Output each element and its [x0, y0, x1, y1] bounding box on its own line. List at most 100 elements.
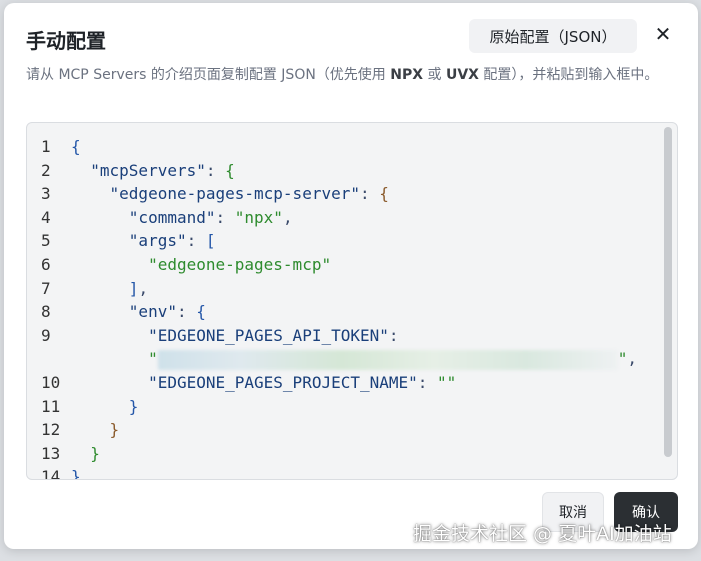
description-text-3: 配置），并粘贴到输入框中。	[478, 67, 659, 83]
code-token: }	[109, 420, 120, 440]
code-line: " ",	[27, 347, 663, 371]
code-token: ,	[282, 207, 293, 227]
code-text: "EDGEONE_PAGES_PROJECT_NAME": ""	[71, 371, 456, 395]
code-line: 13 }	[27, 442, 663, 466]
code-token: :	[359, 184, 380, 204]
code-text: }	[71, 395, 139, 419]
line-number: 3	[41, 184, 51, 204]
code-line: 10 "EDGEONE_PAGES_PROJECT_NAME": ""	[27, 371, 663, 395]
code-token: ""	[437, 372, 457, 392]
dialog-title: 手动配置	[26, 29, 106, 53]
line-number: 14	[41, 467, 61, 480]
code-line: 1{	[27, 135, 663, 159]
code-line: 14}	[27, 465, 663, 480]
line-number: 4	[41, 207, 51, 227]
code-line: 5 "args": [	[27, 229, 663, 253]
line-number: 8	[41, 302, 51, 322]
code-text: "mcpServers": {	[71, 159, 235, 183]
manual-config-dialog: 手动配置 原始配置（JSON） ✕ 请从 MCP Servers 的介绍页面复制…	[4, 3, 698, 549]
code-token: :	[215, 207, 235, 227]
line-number: 2	[41, 160, 51, 180]
close-icon[interactable]: ✕	[652, 23, 674, 45]
code-text: }	[71, 465, 81, 479]
code-token: ]	[128, 278, 139, 298]
description-text-1: 请从 MCP Servers 的介绍页面复制配置 JSON（优先使用	[26, 67, 391, 83]
code-token: ,	[627, 349, 637, 369]
code-text: {	[71, 135, 81, 159]
code-token: :	[186, 231, 206, 251]
code-text: }	[71, 442, 100, 466]
code-token: {	[71, 137, 81, 156]
code-text: "edgeone-pages-mcp-server": {	[71, 182, 389, 206]
redacted-token	[157, 349, 618, 370]
code-token: "mcpServers"	[90, 160, 206, 180]
code-token: "EDGEONE_PAGES_PROJECT_NAME"	[148, 372, 418, 392]
json-code-editor[interactable]: 1{2 "mcpServers": {3 "edgeone-pages-mcp-…	[26, 122, 678, 480]
code-token: ,	[138, 278, 149, 298]
code-token: [	[205, 231, 216, 251]
code-line: 12 }	[27, 418, 663, 442]
code-token: "edgeone-pages-mcp-server"	[109, 184, 360, 204]
code-token: }	[90, 443, 100, 463]
code-line: 3 "edgeone-pages-mcp-server": {	[27, 182, 663, 206]
code-line: 9 "EDGEONE_PAGES_API_TOKEN":	[27, 324, 663, 348]
code-line: 11 }	[27, 395, 663, 419]
line-number: 7	[41, 278, 51, 298]
line-number: 13	[41, 443, 61, 463]
line-number: 5	[41, 231, 51, 251]
code-token: "	[617, 349, 628, 369]
line-number: 10	[41, 372, 61, 392]
code-text: "EDGEONE_PAGES_API_TOKEN":	[71, 324, 399, 348]
code-line: 8 "env": {	[27, 300, 663, 324]
code-text: "args": [	[71, 229, 216, 253]
watermark: 掘金技术社区 @ 夏叶AI加油站	[413, 523, 672, 545]
code-token: "	[148, 349, 158, 369]
description-npx: NPX	[390, 67, 424, 83]
line-number: 6	[41, 254, 51, 274]
line-number: 1	[41, 137, 51, 156]
code-token: {	[379, 184, 389, 204]
code-token: }	[128, 396, 139, 416]
line-number: 11	[41, 396, 61, 416]
code-token: {	[196, 302, 206, 322]
code-text: "command": "npx",	[71, 206, 293, 230]
code-token: :	[176, 302, 197, 322]
code-token: :	[417, 372, 438, 392]
editor-scrollbar[interactable]	[664, 127, 672, 457]
code-token: "edgeone-pages-mcp"	[148, 254, 332, 274]
code-text: "env": {	[71, 300, 206, 324]
line-number: 12	[41, 420, 61, 440]
code-line: 7 ],	[27, 277, 663, 301]
line-number: 9	[41, 325, 51, 345]
code-line: 2 "mcpServers": {	[27, 159, 663, 183]
code-token: :	[388, 325, 399, 345]
raw-json-config-button[interactable]: 原始配置（JSON）	[469, 19, 637, 53]
code-text: }	[71, 418, 120, 442]
code-lines[interactable]: 1{2 "mcpServers": {3 "edgeone-pages-mcp-…	[27, 135, 663, 480]
code-text: ],	[71, 277, 148, 301]
code-token: "EDGEONE_PAGES_API_TOKEN"	[148, 325, 389, 345]
code-token: {	[225, 160, 235, 180]
code-token: "args"	[128, 231, 187, 251]
code-token: "env"	[128, 302, 177, 322]
code-text: "edgeone-pages-mcp"	[71, 253, 331, 277]
dialog-description: 请从 MCP Servers 的介绍页面复制配置 JSON（优先使用 NPX 或…	[26, 64, 676, 87]
code-line: 4 "command": "npx",	[27, 206, 663, 230]
description-text-2: 或	[423, 67, 446, 83]
description-uvx: UVX	[445, 67, 479, 83]
code-text: " ",	[71, 347, 637, 371]
code-token: "npx"	[234, 207, 283, 227]
